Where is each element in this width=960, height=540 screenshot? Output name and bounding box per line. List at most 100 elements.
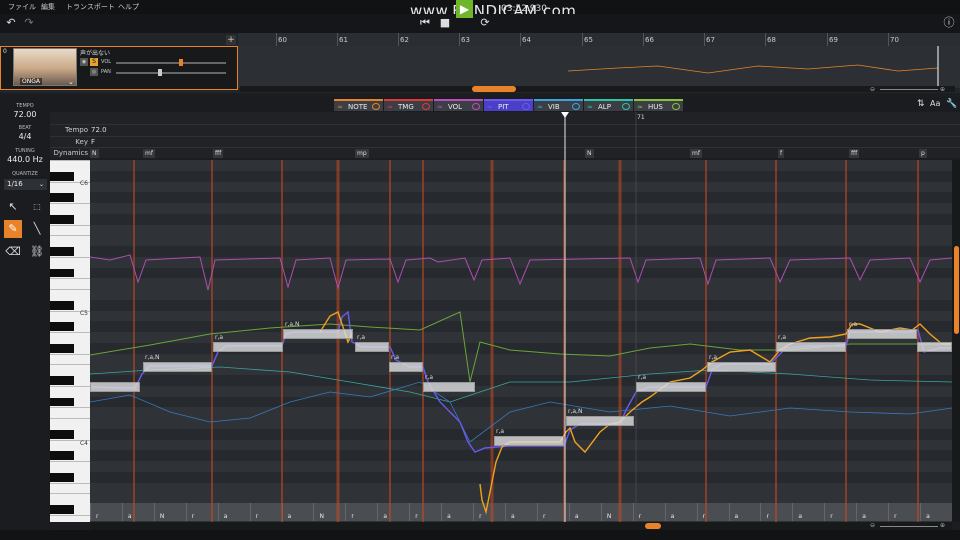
- menu-help[interactable]: ヘルプ: [118, 2, 139, 12]
- add-track-button[interactable]: +: [226, 35, 236, 45]
- measure-line: [643, 33, 644, 46]
- zoom-out-icon[interactable]: ⊖: [870, 522, 875, 529]
- menu-file[interactable]: ファイル: [8, 2, 36, 12]
- stop-icon[interactable]: ■: [438, 15, 452, 31]
- tab-vol[interactable]: ≈ VOL: [434, 99, 483, 111]
- note-block[interactable]: [355, 342, 389, 352]
- note-block[interactable]: [566, 416, 634, 426]
- eye-icon[interactable]: [372, 103, 380, 110]
- select-area-tool-icon[interactable]: ⬚: [28, 198, 46, 216]
- black-key[interactable]: [50, 322, 74, 331]
- redo-icon[interactable]: ↷: [22, 15, 36, 31]
- tab-pit[interactable]: ≈ PIT: [484, 99, 533, 111]
- eye-icon[interactable]: [672, 103, 680, 110]
- vol-label: VOL: [101, 59, 112, 65]
- black-key[interactable]: [50, 472, 74, 482]
- play-button[interactable]: ▶: [456, 0, 473, 18]
- link-tool-icon[interactable]: ⛓: [28, 243, 46, 261]
- mute-icon[interactable]: ◉: [80, 58, 88, 66]
- eye-icon[interactable]: [472, 103, 480, 110]
- eye-icon[interactable]: [522, 103, 530, 110]
- pan-slider-knob[interactable]: [157, 69, 162, 76]
- note-block[interactable]: [143, 362, 212, 372]
- tab-note[interactable]: ≈ NOTE: [334, 99, 383, 111]
- key-label: C5: [79, 310, 88, 317]
- black-key[interactable]: [50, 214, 74, 224]
- vertical-scrollbar[interactable]: [952, 160, 960, 522]
- vertical-scrollbar-thumb[interactable]: [954, 246, 959, 334]
- loop-icon[interactable]: ⟳: [478, 15, 492, 31]
- playhead-marker[interactable]: [560, 112, 570, 120]
- note-block[interactable]: [494, 436, 564, 446]
- zoom-in-icon[interactable]: ⊕: [940, 522, 945, 529]
- tab-tmg[interactable]: ≈ TMG: [384, 99, 433, 111]
- black-key[interactable]: [50, 505, 74, 514]
- chevron-down-icon[interactable]: ⌄: [68, 78, 74, 86]
- zoom-out-icon[interactable]: ⊖: [870, 86, 875, 93]
- note-lyric: r,a: [391, 354, 400, 361]
- eye-icon[interactable]: [572, 103, 580, 110]
- menu-edit[interactable]: 編集: [41, 2, 55, 12]
- note-block[interactable]: [90, 382, 140, 392]
- note-block[interactable]: [917, 342, 952, 352]
- black-key[interactable]: [50, 429, 74, 439]
- rewind-icon[interactable]: ⏮: [418, 15, 432, 31]
- black-key[interactable]: [50, 193, 74, 202]
- measure-line: [337, 33, 338, 46]
- track-title: 声が出ない: [80, 50, 111, 57]
- eraser-tool-icon[interactable]: ⌫: [4, 243, 22, 261]
- piano-keyboard[interactable]: C6 C5 C4: [50, 160, 90, 522]
- black-key[interactable]: [50, 343, 74, 353]
- vol-slider-knob[interactable]: [178, 59, 183, 66]
- note-block[interactable]: [847, 329, 917, 339]
- tuning-value[interactable]: 440.0 Hz: [0, 155, 50, 164]
- horizontal-scrollbar-thumb[interactable]: [645, 523, 661, 529]
- menu-transport[interactable]: トランスポート: [66, 2, 115, 12]
- note-block[interactable]: [423, 382, 475, 392]
- black-key[interactable]: [50, 397, 74, 407]
- tab-vib[interactable]: ≈ VIB: [534, 99, 583, 111]
- black-key[interactable]: [50, 451, 74, 460]
- note-block[interactable]: [283, 329, 353, 339]
- note-block[interactable]: [213, 342, 283, 352]
- black-key[interactable]: [50, 376, 74, 385]
- roll-zoom-slider[interactable]: [880, 526, 938, 527]
- solo-button[interactable]: S: [90, 58, 98, 66]
- black-key[interactable]: [50, 247, 74, 256]
- track-zoom-slider[interactable]: [880, 89, 938, 90]
- pointer-tool-icon[interactable]: ↖: [4, 198, 22, 216]
- font-size-icon[interactable]: Aa: [930, 99, 940, 108]
- track-scrollbar[interactable]: [240, 86, 955, 92]
- pan-slider[interactable]: [116, 72, 226, 74]
- black-key[interactable]: [50, 300, 74, 310]
- eye-icon[interactable]: [622, 103, 630, 110]
- eye-icon[interactable]: [422, 103, 430, 110]
- track-scrollbar-thumb[interactable]: [472, 86, 516, 92]
- vol-slider[interactable]: [116, 62, 226, 64]
- tab-alp[interactable]: ≈ ALP: [584, 99, 633, 111]
- undo-icon[interactable]: ↶: [4, 15, 18, 31]
- note-block[interactable]: [776, 342, 846, 352]
- zoom-in-icon[interactable]: ⊕: [940, 86, 945, 93]
- wrench-icon[interactable]: 🔧: [946, 99, 957, 109]
- measure-line: [520, 33, 521, 46]
- tab-hus[interactable]: ≈ HUS: [634, 99, 683, 111]
- sort-icon[interactable]: ⇅: [917, 99, 925, 109]
- note-block[interactable]: [707, 362, 776, 372]
- pencil-tool-icon[interactable]: ✎: [4, 220, 22, 238]
- tempo-value[interactable]: 72.00: [0, 110, 50, 119]
- black-key[interactable]: [50, 268, 74, 278]
- note-block[interactable]: [636, 382, 706, 392]
- info-icon[interactable]: ⓘ: [942, 15, 956, 31]
- black-key[interactable]: [50, 171, 74, 181]
- note-block[interactable]: [389, 362, 423, 372]
- measure-line: [398, 33, 399, 46]
- track-number: 0: [3, 48, 7, 55]
- tab-label: ALP: [598, 103, 611, 111]
- line-tool-icon[interactable]: ╲: [28, 220, 46, 238]
- note-lyric: r,a: [778, 334, 787, 341]
- horizontal-scrollbar[interactable]: [90, 522, 952, 530]
- beat-value[interactable]: 4/4: [0, 132, 50, 141]
- quantize-select[interactable]: 1/16 ⌄: [4, 179, 47, 190]
- white-key-divider: [50, 353, 90, 355]
